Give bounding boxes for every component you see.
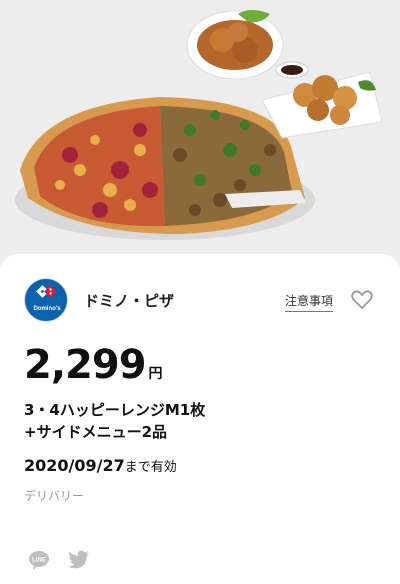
price-block: 2,299 円 <box>24 342 163 388</box>
heart-outline-icon[interactable] <box>350 288 374 312</box>
food-photo <box>15 10 383 240</box>
line-icon[interactable]: LINE <box>28 550 50 574</box>
dominos-logo: Domino's <box>24 278 68 322</box>
price-currency: 円 <box>148 366 163 382</box>
price-value: 2,299 <box>24 342 147 388</box>
coupon-title-line-2: +サイドメニュー2品 <box>24 423 168 441</box>
twitter-icon[interactable] <box>68 550 90 574</box>
notice-link[interactable]: 注意事項 <box>285 292 334 312</box>
category-label: デリバリー <box>24 489 85 503</box>
brand-name: ドミノ・ピザ <box>84 292 175 310</box>
logo-text: Domino's <box>33 306 61 312</box>
coupon-title-line-1: 3・4ハッピーレンジM1枚 <box>24 401 206 419</box>
svg-text:LINE: LINE <box>32 558 46 564</box>
coupon-card[interactable]: Domino's ドミノ・ピザ 注意事項 2,299 円 3・4ハッピーレンジM… <box>0 254 400 584</box>
hero-image <box>0 0 400 268</box>
validity: 2020/09/27 まで有効 <box>24 456 177 475</box>
valid-date: 2020/09/27 <box>24 456 125 475</box>
valid-suffix: まで有効 <box>124 460 177 475</box>
